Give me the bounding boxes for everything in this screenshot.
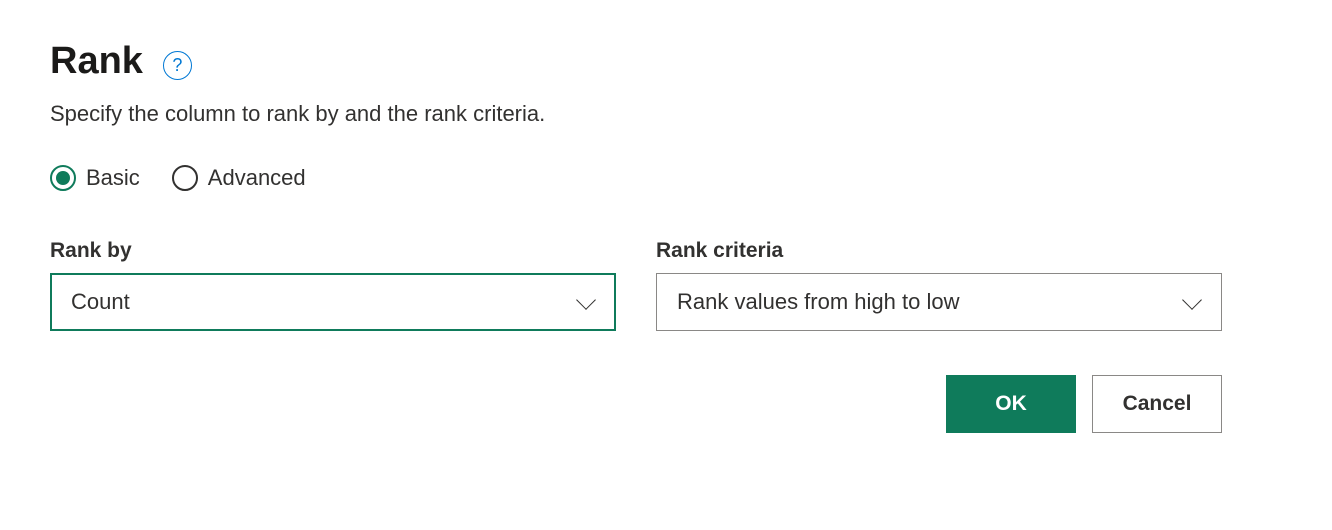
label-rank-by: Rank by: [50, 239, 616, 263]
dropdown-rank-by-value: Count: [71, 289, 130, 315]
cancel-button[interactable]: Cancel: [1092, 375, 1222, 433]
dropdown-rank-by[interactable]: Count: [50, 273, 616, 331]
chevron-down-icon: [577, 297, 595, 308]
dropdown-rank-criteria[interactable]: Rank values from high to low: [656, 273, 1222, 331]
radio-advanced[interactable]: Advanced: [172, 165, 306, 191]
help-icon[interactable]: [163, 51, 192, 80]
chevron-down-icon: [1183, 297, 1201, 308]
field-rank-criteria: Rank criteria Rank values from high to l…: [656, 239, 1222, 331]
radio-label-advanced: Advanced: [208, 165, 306, 191]
label-rank-criteria: Rank criteria: [656, 239, 1222, 263]
mode-radio-group: Basic Advanced: [50, 165, 1282, 191]
dialog-subtitle: Specify the column to rank by and the ra…: [50, 101, 1282, 127]
radio-indicator-unselected: [172, 165, 198, 191]
radio-indicator-selected: [50, 165, 76, 191]
radio-label-basic: Basic: [86, 165, 140, 191]
dialog-title: Rank: [50, 40, 143, 83]
field-rank-by: Rank by Count: [50, 239, 616, 331]
dropdown-rank-criteria-value: Rank values from high to low: [677, 289, 959, 315]
radio-basic[interactable]: Basic: [50, 165, 140, 191]
ok-button[interactable]: OK: [946, 375, 1076, 433]
